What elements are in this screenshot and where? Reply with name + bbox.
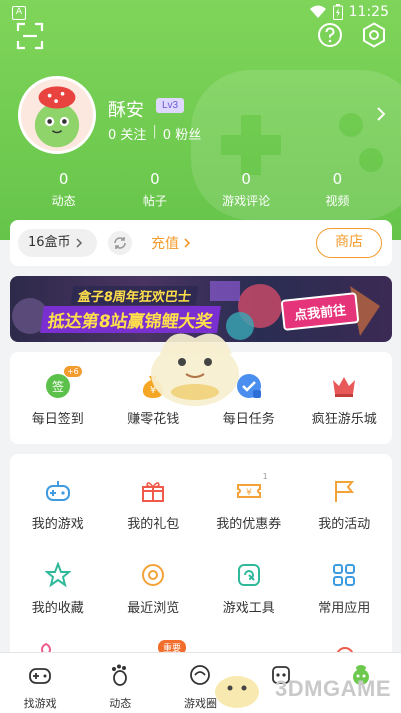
feature-label: 最近浏览 xyxy=(127,601,180,616)
clock: 11:25 xyxy=(348,4,389,20)
daily-checkin[interactable]: 签 +6 每日签到 xyxy=(10,352,106,444)
coupon-icon: ¥ xyxy=(236,484,261,498)
profile-stats: 0 动态 0 帖子 0 游戏评论 0 视频 xyxy=(18,170,383,209)
gamepad-watermark-icon xyxy=(191,70,401,220)
eye-icon xyxy=(142,564,165,586)
features-card: 我的游戏 我的礼包 ¥ 1 我的优惠券 我的活动 我的收藏 最近浏览 游戏工具 xyxy=(10,454,392,664)
tab-find-games[interactable]: 找游戏 xyxy=(0,653,80,713)
avatar[interactable] xyxy=(18,76,96,154)
my-coupons[interactable]: ¥ 1 我的优惠券 xyxy=(201,454,297,538)
coin-card: 16盒币 充值 商店 xyxy=(10,220,392,266)
wifi-icon xyxy=(309,5,326,18)
chevron-right-icon xyxy=(184,238,191,248)
chevron-right-icon[interactable] xyxy=(375,106,387,122)
stat-game-reviews[interactable]: 0 游戏评论 xyxy=(201,170,292,209)
svg-text:签: 签 xyxy=(52,379,64,394)
feature-label: 游戏工具 xyxy=(222,601,275,616)
stat-label: 视频 xyxy=(325,194,350,208)
checkin-bonus-badge: +6 xyxy=(63,366,82,377)
help-icon[interactable] xyxy=(317,22,343,48)
my-games[interactable]: 我的游戏 xyxy=(10,454,106,538)
feature-label: 我的优惠券 xyxy=(216,517,282,532)
my-favorites[interactable]: 我的收藏 xyxy=(10,538,106,622)
following-count[interactable]: 0 关注 xyxy=(108,124,146,143)
gamepad-tab-icon xyxy=(29,668,51,684)
settings-icon[interactable] xyxy=(361,22,387,48)
circle-icon xyxy=(190,665,211,685)
scan-icon[interactable] xyxy=(16,22,44,50)
username[interactable]: 酥安 xyxy=(108,96,144,122)
stat-number: 0 xyxy=(332,170,343,188)
recharge-label: 充值 xyxy=(151,236,179,252)
star-icon xyxy=(43,561,72,588)
battery-icon xyxy=(332,4,343,20)
coupon-count-badge: 1 xyxy=(262,472,268,481)
tab-label: 动态 xyxy=(109,697,132,710)
feature-label: 我的礼包 xyxy=(127,517,180,532)
stat-threads[interactable]: 0 帖子 xyxy=(109,170,200,209)
stat-label: 游戏评论 xyxy=(222,194,271,208)
stat-label: 动态 xyxy=(51,194,76,208)
gamepad-icon xyxy=(45,481,70,501)
feature-label: 我的活动 xyxy=(318,517,371,532)
feature-label: 我的收藏 xyxy=(31,601,84,616)
stat-posts[interactable]: 0 动态 xyxy=(18,170,109,209)
notification-icon: A xyxy=(12,6,26,20)
daily-label: 赚零花钱 xyxy=(127,412,180,427)
tool-icon xyxy=(237,564,260,586)
watermark-mascot xyxy=(215,676,259,708)
my-gifts[interactable]: 我的礼包 xyxy=(106,454,202,538)
recent-browsing[interactable]: 最近浏览 xyxy=(106,538,202,622)
feature-label: 常用应用 xyxy=(318,601,371,616)
daily-crazy-park[interactable]: 疯狂游乐城 xyxy=(297,352,393,444)
coin-balance[interactable]: 16盒币 xyxy=(18,229,97,257)
flag-icon xyxy=(335,481,355,502)
tab-label: 找游戏 xyxy=(23,697,57,710)
recharge-link[interactable]: 充值 xyxy=(151,233,191,253)
stat-label: 帖子 xyxy=(142,194,167,208)
level-badge: Lv3 xyxy=(156,98,185,113)
daily-label: 疯狂游乐城 xyxy=(311,412,377,427)
shop-button[interactable]: 商店 xyxy=(316,228,382,258)
chevron-right-icon xyxy=(76,238,82,248)
svg-text:¥: ¥ xyxy=(246,488,252,498)
my-activities[interactable]: 我的活动 xyxy=(297,454,393,538)
gift-icon xyxy=(142,482,165,502)
mascot-sticker xyxy=(151,333,239,406)
apps-icon xyxy=(333,564,356,586)
stat-number: 0 xyxy=(150,170,160,188)
stat-videos[interactable]: 0 视频 xyxy=(292,170,383,209)
banner-title: 盒子8周年狂欢巴士 xyxy=(70,286,199,305)
daily-label: 每日任务 xyxy=(222,412,275,427)
avatar-mascot-icon xyxy=(34,86,80,148)
stat-number: 0 xyxy=(58,170,69,188)
footprint-icon xyxy=(112,664,128,686)
common-apps[interactable]: 常用应用 xyxy=(297,538,393,622)
tab-feed[interactable]: 动态 xyxy=(80,653,160,713)
watermark-text: 3DMGAME xyxy=(275,676,391,701)
feature-label: 我的游戏 xyxy=(31,517,84,532)
game-tools[interactable]: 游戏工具 xyxy=(201,538,297,622)
coin-amount: 16盒币 xyxy=(28,235,71,250)
separator: | xyxy=(152,124,157,139)
daily-label: 每日签到 xyxy=(31,412,84,427)
refresh-icon[interactable] xyxy=(107,230,133,256)
crown-icon xyxy=(333,377,356,397)
stat-number: 0 xyxy=(241,170,251,188)
followers-count[interactable]: 0 粉丝 xyxy=(163,124,201,143)
